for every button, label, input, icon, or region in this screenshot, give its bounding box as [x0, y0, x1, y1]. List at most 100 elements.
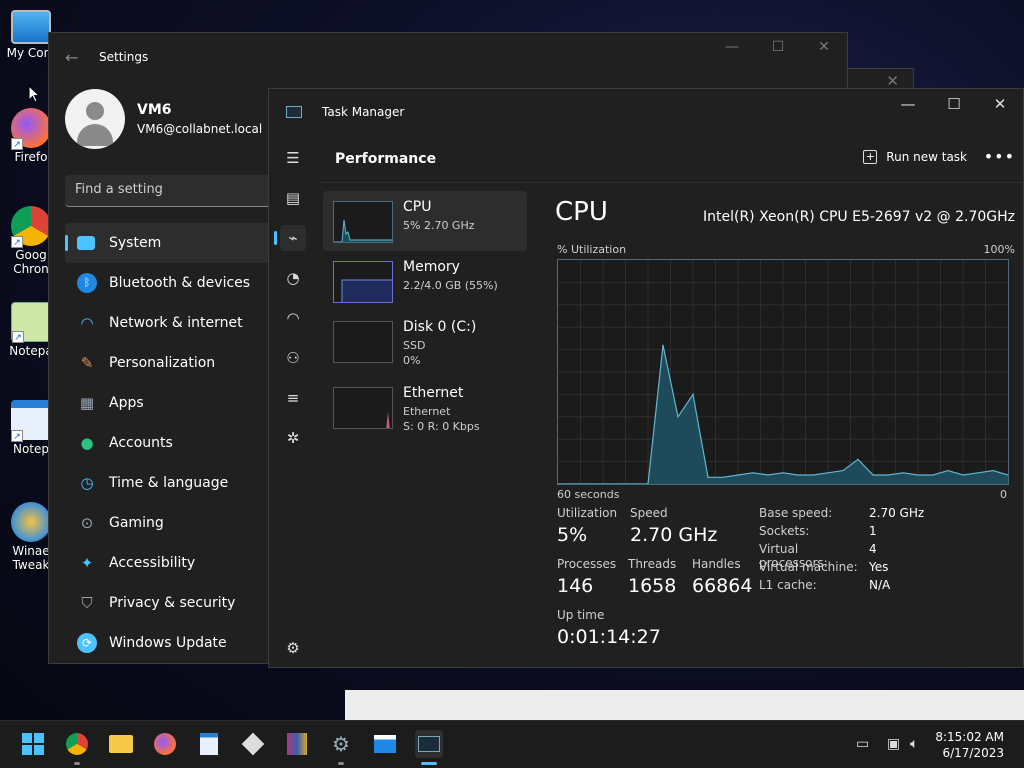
disk-thumbnail — [333, 321, 393, 363]
winaero-icon — [11, 502, 51, 542]
run-new-task-button[interactable]: + Run new task — [863, 150, 967, 164]
stat-utilization: Utilization 5% — [557, 506, 618, 546]
clock[interactable]: 8:15:02 AM 6/17/2023 — [935, 729, 1004, 761]
resource-cpu[interactable]: CPU 5% 2.70 GHz — [323, 191, 527, 251]
computer-icon — [11, 10, 51, 44]
wifi-icon: ◠ — [80, 314, 94, 332]
gamepad-icon: ⊙ — [80, 514, 94, 532]
start-button[interactable] — [19, 730, 47, 758]
cpu-data-point — [857, 458, 859, 460]
tm-header: Performance + Run new task ••• — [319, 135, 1023, 183]
archive-icon — [287, 733, 307, 755]
sidebar-item-bluetooth[interactable]: ᛒ Bluetooth & devices — [65, 263, 275, 303]
spec-row: L1 cache: N/A — [759, 578, 891, 592]
details-icon[interactable]: ≡ — [280, 385, 306, 411]
spec-row: Base speed: 2.70 GHz — [759, 506, 925, 520]
cpu-data-point — [707, 476, 709, 478]
services-icon[interactable]: ✲ — [280, 425, 306, 451]
sidebar-item-network[interactable]: ◠ Network & internet — [65, 303, 275, 343]
sidebar-item-time-language[interactable]: ◷ Time & language — [65, 463, 275, 503]
cpu-data-point — [872, 474, 874, 476]
taskbar-firefox[interactable] — [151, 730, 179, 758]
minimize-icon[interactable]: — — [885, 89, 931, 119]
taskmanager-icon — [286, 106, 302, 118]
clock-time: 8:15:02 AM — [935, 730, 1004, 744]
mouse-cursor — [28, 85, 40, 103]
close-icon[interactable]: ✕ — [801, 39, 847, 55]
taskbar-notepad[interactable] — [195, 730, 223, 758]
close-icon[interactable]: ✕ — [977, 89, 1023, 119]
more-options-icon[interactable]: ••• — [984, 147, 1015, 166]
cpu-graph — [557, 259, 1009, 485]
cpu-data-point — [722, 476, 724, 478]
bluetooth-icon: ᛒ — [77, 273, 97, 293]
resource-ethernet[interactable]: Ethernet Ethernet S: 0 R: 0 Kbps — [323, 377, 527, 437]
stat-uptime: Up time 0:01:14:27 — [557, 608, 661, 648]
cpu-data-point — [677, 416, 679, 418]
user-profile[interactable]: VM6 VM6@collabnet.local — [65, 89, 262, 149]
max-axis-label: 100% — [983, 243, 1015, 256]
tm-sidebar: ☰ ▤ ⌁ ◔ ◠ ⚇ ≡ ✲ ⚙ — [269, 135, 319, 667]
sidebar-item-gaming[interactable]: ⊙ Gaming — [65, 503, 275, 543]
spec-row: Sockets: 1 — [759, 524, 877, 538]
cpu-graph-svg — [557, 260, 1009, 485]
taskbar-task-manager[interactable] — [415, 730, 443, 758]
taskbar-window-app[interactable] — [371, 730, 399, 758]
cpu-data-point — [782, 472, 784, 474]
network-icon[interactable]: ▣ — [887, 736, 900, 752]
settings-gear-icon[interactable]: ⚙ — [280, 635, 306, 661]
users-icon[interactable]: ⚇ — [280, 345, 306, 371]
globe-clock-icon: ◷ — [80, 474, 94, 492]
processes-icon[interactable]: ▤ — [280, 185, 306, 211]
resource-disk[interactable]: Disk 0 (C:) SSD 0% — [323, 311, 527, 371]
brush-icon: ✎ — [80, 354, 94, 372]
cpu-data-point — [662, 344, 664, 346]
box-icon — [241, 732, 265, 756]
gear-icon: ⚙ — [332, 732, 350, 756]
search-input[interactable]: Find a setting — [65, 175, 275, 207]
cpu-data-point — [737, 474, 739, 476]
cpu-data-point — [812, 474, 814, 476]
taskbar-chrome[interactable] — [63, 730, 91, 758]
taskbar-box-app[interactable] — [239, 730, 267, 758]
cpu-data-point — [902, 472, 904, 474]
notepadpp-icon: ↗ — [11, 302, 51, 343]
startup-apps-icon[interactable]: ◠ — [280, 305, 306, 331]
stat-processes: Processes 146 — [557, 557, 617, 597]
performance-icon[interactable]: ⌁ — [274, 225, 306, 251]
keyboard-icon[interactable]: ▭ — [856, 736, 869, 752]
tm-title: Task Manager — [322, 105, 405, 119]
maximize-icon[interactable]: ☐ — [755, 39, 801, 55]
sidebar-item-accessibility[interactable]: ✦ Accessibility — [65, 543, 275, 583]
taskbar-explorer[interactable] — [107, 730, 135, 758]
hamburger-icon[interactable]: ☰ — [280, 145, 306, 171]
window-icon — [374, 735, 396, 753]
time-axis-label: 60 seconds — [557, 488, 620, 501]
sidebar-item-system[interactable]: System — [65, 223, 275, 263]
resource-memory[interactable]: Memory 2.2/4.0 GB (55%) — [323, 251, 527, 311]
volume-icon[interactable]: 🔈︎ — [910, 736, 918, 752]
taskbar-winrar[interactable] — [283, 730, 311, 758]
cpu-data-point — [917, 474, 919, 476]
stat-speed: Speed 2.70 GHz — [630, 506, 718, 546]
minimize-icon[interactable]: — — [709, 39, 755, 55]
maximize-icon[interactable]: ☐ — [931, 89, 977, 119]
sidebar-item-personalization[interactable]: ✎ Personalization — [65, 343, 275, 383]
back-arrow-icon[interactable]: ← — [65, 48, 99, 67]
person-icon: ● — [80, 434, 94, 452]
settings-title: Settings — [99, 50, 149, 64]
sidebar-item-privacy[interactable]: ⛉ Privacy & security — [65, 583, 275, 623]
notepad-icon — [200, 733, 218, 755]
memory-thumbnail — [333, 261, 393, 303]
sidebar-item-accounts[interactable]: ● Accounts — [65, 423, 275, 463]
cpu-data-point — [962, 474, 964, 476]
firefox-icon — [154, 733, 176, 755]
add-task-icon: + — [863, 150, 878, 164]
app-history-icon[interactable]: ◔ — [280, 265, 306, 291]
sidebar-item-apps[interactable]: ▦ Apps — [65, 383, 275, 423]
min-axis-label: 0 — [1000, 488, 1007, 501]
chrome-icon: ↗ — [11, 206, 51, 248]
cpu-data-point — [842, 469, 844, 472]
taskbar-settings[interactable]: ⚙ — [327, 730, 355, 758]
sidebar-item-windows-update[interactable]: ⟳ Windows Update — [65, 623, 275, 663]
